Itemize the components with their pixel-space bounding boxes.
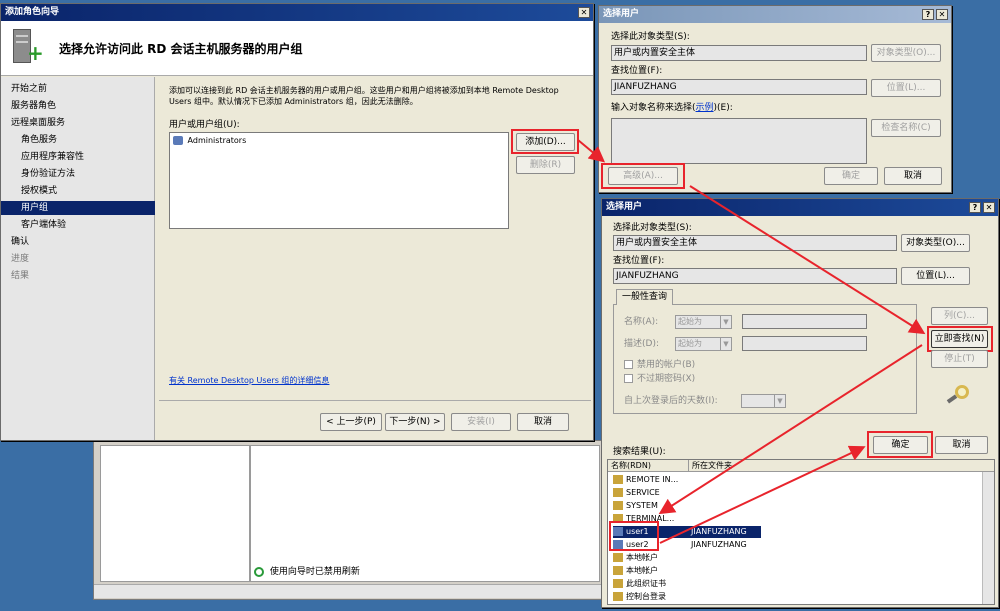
annotation-arrows [577,139,926,544]
arrow-users-to-ok [659,445,866,544]
arrow-find-to-user1 [658,344,923,515]
tab-common-queries[interactable]: 一般性查询 [616,289,673,305]
arrow-advanced-to-find [689,185,926,335]
arrow-add-to-dialog [577,139,606,163]
